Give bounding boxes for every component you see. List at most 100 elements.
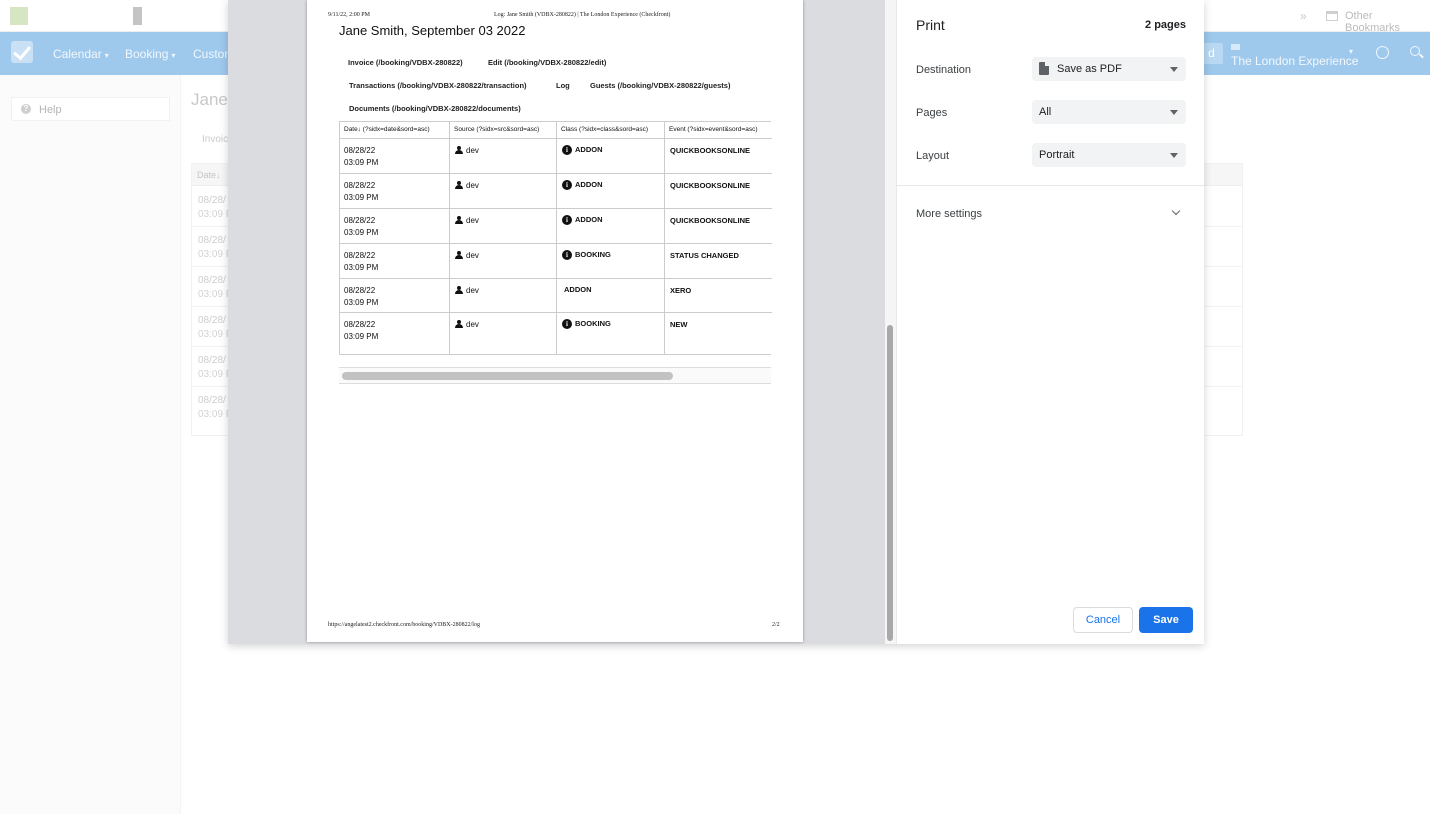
source-cell: dev bbox=[450, 209, 557, 244]
booking-title: Jane Smith, September 03 2022 bbox=[339, 23, 526, 38]
scrollbar-thumb[interactable] bbox=[887, 325, 893, 641]
checkmark-logo-icon[interactable] bbox=[11, 41, 33, 63]
destination-label: Destination bbox=[916, 64, 972, 76]
other-bookmarks-link[interactable]: Other Bookmarks bbox=[1345, 10, 1430, 34]
page-title: Jane bbox=[191, 90, 228, 109]
nav-item-calendar[interactable]: Calendar ▾ bbox=[53, 47, 109, 61]
bookmark-favicon[interactable] bbox=[10, 7, 28, 25]
page-footer-url: https://angelatest2.checkfront.com/booki… bbox=[328, 622, 480, 628]
source-cell: dev bbox=[450, 313, 557, 355]
print-settings-panel: Print 2 pages Destination Save as PDF Pa… bbox=[896, 0, 1204, 644]
bookmark-favicon[interactable] bbox=[133, 7, 142, 25]
user-icon bbox=[455, 251, 463, 259]
row-date: 08/28/ bbox=[198, 235, 226, 246]
page-count: 2 pages bbox=[1145, 19, 1186, 31]
row-date: 08/28/ bbox=[198, 195, 226, 206]
row-source: dev bbox=[466, 216, 479, 225]
edit-link: Edit (/booking/VDBX-280822/edit) bbox=[488, 58, 607, 67]
globe-icon[interactable] bbox=[1376, 46, 1389, 59]
row-source: dev bbox=[466, 146, 479, 155]
destination-select[interactable]: Save as PDF bbox=[1032, 57, 1186, 81]
more-settings-toggle[interactable]: More settings bbox=[916, 208, 982, 220]
date-cell: 08/28/22 03:09 PM bbox=[340, 313, 450, 355]
source-cell: dev bbox=[450, 139, 557, 174]
layout-label: Layout bbox=[916, 150, 950, 162]
divider bbox=[896, 185, 1204, 186]
page-header-datetime: 9/11/22, 2:00 PM bbox=[328, 12, 370, 18]
info-icon: i bbox=[562, 180, 572, 190]
row-source: dev bbox=[466, 251, 479, 260]
row-event: QUICKBOOKSONLINE bbox=[670, 146, 751, 155]
row-date: 08/28/22 bbox=[344, 251, 376, 260]
row-time: 03:09 PM bbox=[344, 298, 379, 307]
row-class: ADDON bbox=[564, 285, 592, 294]
date-cell: 08/28/22 03:09 PM bbox=[340, 279, 450, 313]
row-event: STATUS CHANGED bbox=[670, 251, 739, 260]
class-cell: ADDON bbox=[557, 279, 665, 313]
bookmarks-overflow-icon[interactable]: » bbox=[1300, 9, 1307, 23]
search-icon[interactable] bbox=[1410, 46, 1420, 56]
account-name[interactable]: The London Experience bbox=[1231, 54, 1358, 68]
chevron-down-icon bbox=[1170, 67, 1178, 72]
row-time: 03:09 PM bbox=[344, 263, 379, 272]
date-cell: 08/28/22 03:09 PM bbox=[340, 174, 450, 209]
page-header-title: Log: Jane Smith (VDBX-280822) | The Lond… bbox=[494, 12, 671, 18]
row-event: QUICKBOOKSONLINE bbox=[670, 216, 751, 225]
event-column-header: Event (?sidx=event&sord=asc) bbox=[665, 122, 772, 139]
info-icon: i bbox=[562, 215, 572, 225]
transactions-link: Transactions (/booking/VDBX-280822/trans… bbox=[349, 81, 527, 90]
class-cell: i ADDON bbox=[557, 139, 665, 174]
date-column-header: Date↓ (?sidx=date&sord=asc) bbox=[340, 122, 450, 139]
preview-scrollbar[interactable] bbox=[885, 0, 896, 644]
app-sidebar: ? Help bbox=[0, 75, 181, 814]
help-button[interactable]: ? Help bbox=[11, 97, 170, 121]
row-event: XERO bbox=[670, 286, 692, 295]
documents-link: Documents (/booking/VDBX-280822/document… bbox=[349, 104, 521, 113]
guests-link: Guests (/booking/VDBX-280822/guests) bbox=[590, 81, 731, 90]
class-cell: i ADDON bbox=[557, 209, 665, 244]
row-date: 08/28/22 bbox=[344, 216, 376, 225]
source-column-header: Source (?sidx=src&sord=asc) bbox=[450, 122, 557, 139]
row-date: 08/28/ bbox=[198, 275, 226, 286]
scrollbar-thumb bbox=[342, 372, 673, 380]
event-cell: QUICKBOOKSONLINE bbox=[665, 174, 772, 209]
nav-item-booking[interactable]: Booking ▾ bbox=[125, 47, 175, 61]
layout-select[interactable]: Portrait bbox=[1032, 143, 1186, 167]
row-class: BOOKING bbox=[575, 319, 611, 328]
date-column-header[interactable]: Date↓ bbox=[197, 170, 221, 180]
row-date: 08/28/ bbox=[198, 395, 226, 406]
row-date: 08/28/ bbox=[198, 355, 226, 366]
layout-value: Portrait bbox=[1039, 149, 1075, 161]
chevron-down-icon[interactable]: ▾ bbox=[1349, 47, 1353, 56]
row-class: BOOKING bbox=[575, 250, 611, 259]
row-source: dev bbox=[466, 181, 479, 190]
page-number: 2/2 bbox=[772, 622, 780, 628]
date-cell: 08/28/22 03:09 PM bbox=[340, 209, 450, 244]
row-class: ADDON bbox=[575, 180, 603, 189]
event-cell: QUICKBOOKSONLINE bbox=[665, 209, 772, 244]
preview-page: 9/11/22, 2:00 PM Log: Jane Smith (VDBX-2… bbox=[307, 0, 803, 642]
flag-icon bbox=[1231, 44, 1240, 50]
pages-select[interactable]: All bbox=[1032, 100, 1186, 124]
user-icon bbox=[455, 286, 463, 294]
row-date: 08/28/22 bbox=[344, 286, 376, 295]
source-cell: dev bbox=[450, 174, 557, 209]
document-icon bbox=[1039, 62, 1049, 75]
print-dialog: 9/11/22, 2:00 PM Log: Jane Smith (VDBX-2… bbox=[228, 0, 1204, 644]
save-button[interactable]: Save bbox=[1139, 607, 1193, 633]
user-icon bbox=[455, 216, 463, 224]
tab-invoice[interactable]: Invoic bbox=[202, 134, 228, 145]
class-cell: i BOOKING bbox=[557, 244, 665, 279]
event-cell: XERO bbox=[665, 279, 772, 313]
info-icon: i bbox=[562, 145, 572, 155]
cancel-button[interactable]: Cancel bbox=[1073, 607, 1133, 633]
event-cell: QUICKBOOKSONLINE bbox=[665, 139, 772, 174]
chevron-down-icon[interactable] bbox=[1171, 206, 1181, 216]
row-time: 03:09 PM bbox=[344, 158, 379, 167]
class-cell: i ADDON bbox=[557, 174, 665, 209]
date-cell: 08/28/22 03:09 PM bbox=[340, 139, 450, 174]
class-cell: i BOOKING bbox=[557, 313, 665, 355]
row-event: NEW bbox=[670, 320, 688, 329]
pages-label: Pages bbox=[916, 107, 948, 119]
destination-value: Save as PDF bbox=[1057, 63, 1122, 75]
